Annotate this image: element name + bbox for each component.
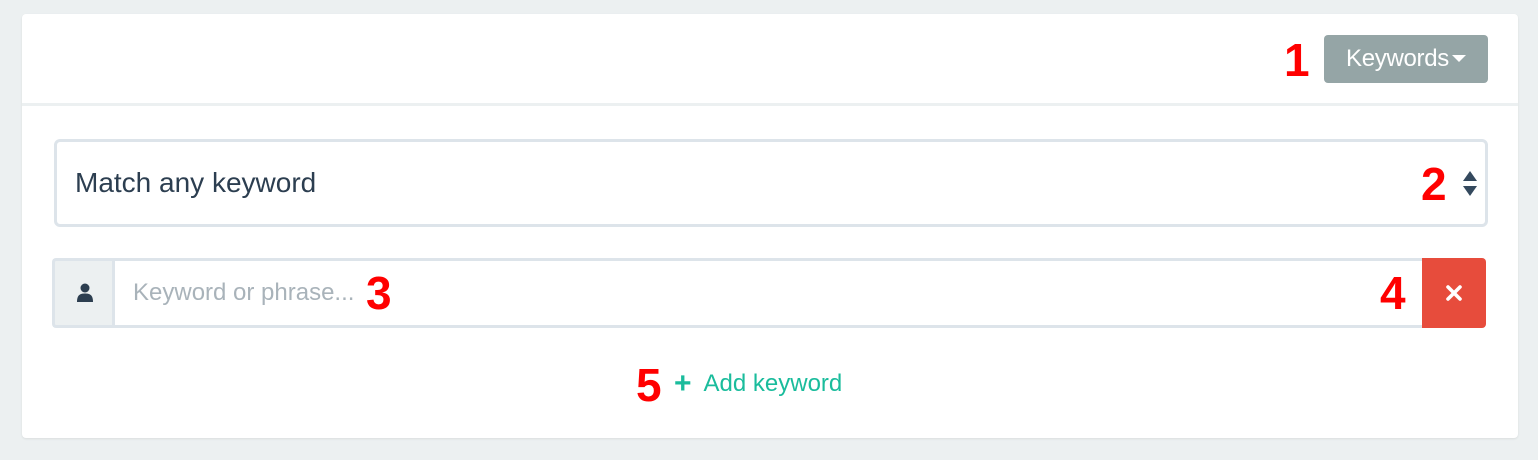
plus-icon: + — [674, 367, 692, 400]
annotation-4: 4 — [1380, 267, 1406, 319]
user-icon — [77, 283, 93, 302]
annotation-3: 3 — [366, 267, 392, 319]
keyword-input[interactable] — [112, 258, 1436, 328]
annotation-5: 5 — [636, 359, 662, 411]
keywords-panel: 1 Keywords Match any keyword 2 3 4 5 — [22, 14, 1518, 438]
keywords-dropdown-button[interactable]: Keywords — [1324, 35, 1488, 83]
remove-keyword-button[interactable] — [1422, 258, 1486, 328]
panel-header: 1 Keywords — [22, 14, 1518, 106]
keyword-input-group: 3 4 — [52, 258, 1486, 328]
add-keyword-link[interactable]: + Add keyword — [674, 364, 842, 404]
caret-down-icon — [1451, 54, 1466, 62]
add-keyword-label: Add keyword — [703, 370, 843, 397]
annotation-1: 1 — [1284, 34, 1310, 86]
close-icon — [1446, 285, 1462, 301]
keywords-button-label: Keywords — [1346, 45, 1449, 72]
annotation-2: 2 — [1421, 158, 1447, 210]
match-mode-value: Match any keyword — [75, 167, 317, 198]
select-arrows-icon — [1463, 171, 1477, 197]
keyword-addon — [52, 258, 115, 328]
match-mode-select[interactable]: Match any keyword 2 — [54, 139, 1488, 227]
